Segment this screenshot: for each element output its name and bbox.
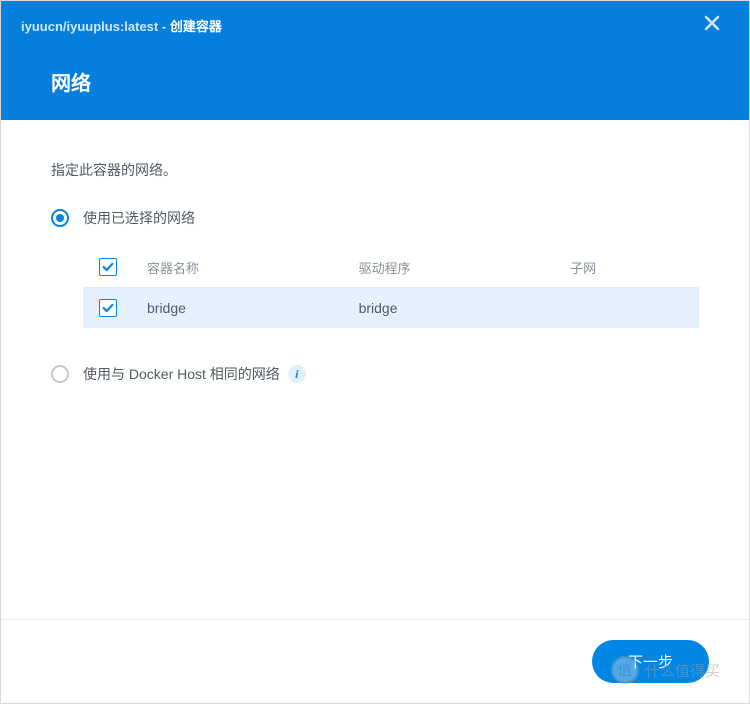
- radio-label-selected-network: 使用已选择的网络: [83, 208, 195, 228]
- table-header-row: 容器名称 驱动程序 子网: [83, 248, 699, 288]
- modal-header: iyuucn/iyuuplus:latest - 创建容器 网络: [1, 1, 749, 120]
- radio-button-unchecked[interactable]: [51, 365, 69, 383]
- row-checkbox-cell: [83, 288, 133, 329]
- modal-content: 指定此容器的网络。 使用已选择的网络 容器名称 驱动程序: [1, 120, 749, 619]
- modal-title: iyuucn/iyuuplus:latest - 创建容器: [21, 16, 222, 35]
- checkmark-icon: [101, 260, 115, 274]
- title-separator: -: [158, 19, 170, 34]
- cell-driver: bridge: [345, 288, 557, 329]
- checkmark-icon: [101, 301, 115, 315]
- next-button[interactable]: 下一步: [592, 640, 709, 683]
- info-icon[interactable]: i: [288, 365, 306, 383]
- network-table-wrapper: 容器名称 驱动程序 子网 bridge bridge: [83, 248, 699, 328]
- image-path-text: iyuucn/iyuuplus:latest: [21, 19, 158, 34]
- radio-label-host-network: 使用与 Docker Host 相同的网络: [83, 364, 280, 384]
- network-table: 容器名称 驱动程序 子网 bridge bridge: [83, 248, 699, 328]
- header-top-bar: iyuucn/iyuuplus:latest - 创建容器: [1, 1, 749, 49]
- table-row[interactable]: bridge bridge: [83, 288, 699, 329]
- create-container-modal: iyuucn/iyuuplus:latest - 创建容器 网络 指定此容器的网…: [0, 0, 750, 704]
- radio-dot-icon: [56, 214, 64, 222]
- close-icon[interactable]: [700, 11, 724, 39]
- radio-button-checked[interactable]: [51, 209, 69, 227]
- description-text: 指定此容器的网络。: [51, 160, 699, 180]
- header-subtitle-area: 网络: [1, 49, 749, 120]
- radio-option-host-network[interactable]: 使用与 Docker Host 相同的网络 i: [51, 364, 699, 384]
- cell-subnet: [556, 288, 699, 329]
- header-checkbox-cell: [83, 248, 133, 288]
- column-header-driver: 驱动程序: [345, 248, 557, 288]
- column-header-subnet: 子网: [556, 248, 699, 288]
- column-header-name: 容器名称: [133, 248, 345, 288]
- row-checkbox[interactable]: [99, 299, 117, 317]
- cell-name: bridge: [133, 288, 345, 329]
- radio-option-selected-network[interactable]: 使用已选择的网络: [51, 208, 699, 228]
- modal-footer: 下一步: [1, 619, 749, 703]
- page-title: 网络: [51, 67, 699, 96]
- action-text: 创建容器: [170, 19, 222, 34]
- select-all-checkbox[interactable]: [99, 258, 117, 276]
